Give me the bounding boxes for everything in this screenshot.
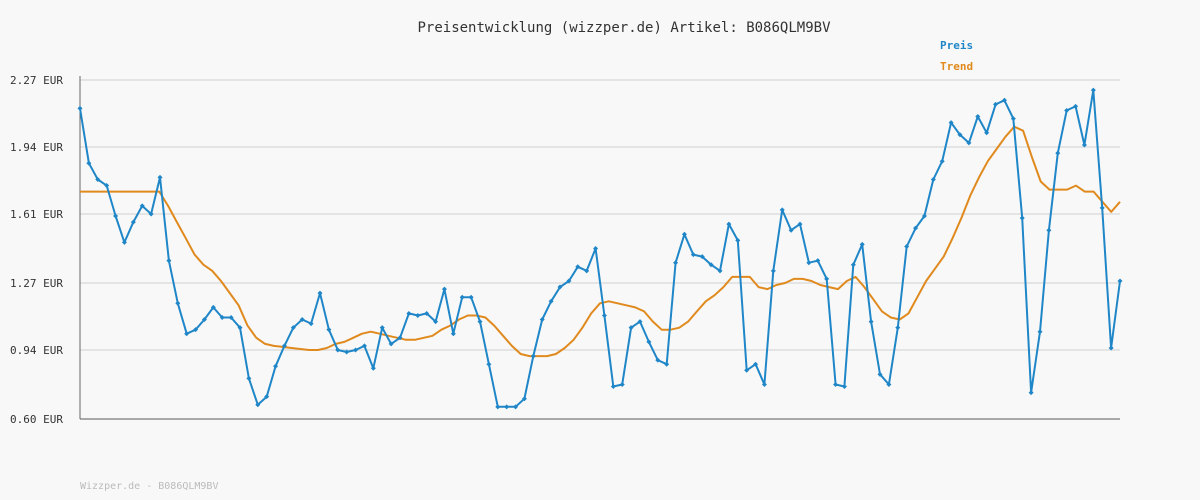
price-point (593, 245, 599, 251)
price-point (1099, 205, 1105, 211)
price-point (1019, 215, 1025, 221)
price-point (770, 268, 776, 274)
price-point (468, 294, 474, 300)
price-point (530, 353, 536, 359)
legend-item-preis: Preis (940, 39, 974, 52)
price-point (450, 331, 456, 337)
price-point (459, 294, 465, 300)
price-point (317, 290, 323, 296)
y-axis-tick-labels: 0.60 EUR 0.94 EUR 1.27 EUR 1.61 EUR 1.94 EUR… (10, 74, 63, 426)
axes (79, 76, 1120, 420)
price-point (833, 381, 839, 387)
price-point (806, 260, 812, 266)
price-point (486, 361, 492, 367)
price-point (495, 404, 501, 410)
price-point (619, 381, 625, 387)
legend-item-trend: Trend (940, 60, 974, 73)
price-point (601, 312, 607, 318)
y-tick-label: 1.27 EUR (10, 277, 63, 290)
price-point (77, 105, 83, 111)
price-line (79, 89, 1121, 408)
footer-credit: Wizzper.de - B086QLM9BV (80, 481, 219, 492)
price-point (1055, 150, 1061, 156)
price-point (441, 286, 447, 292)
price-point (415, 312, 421, 318)
price-point (246, 375, 252, 381)
price-point (1037, 329, 1043, 335)
y-tick-label: 0.60 EUR (10, 413, 63, 426)
gridlines (80, 79, 1120, 420)
y-tick-label: 0.94 EUR (10, 344, 63, 357)
y-tick-label: 1.61 EUR (10, 208, 63, 221)
price-point (1090, 87, 1096, 93)
y-tick-label: 1.94 EUR (10, 141, 63, 154)
price-chart: 0.60 EUR 0.94 EUR 1.27 EUR 1.61 EUR 1.94 EUR… (10, 74, 1123, 426)
price-point (175, 300, 181, 306)
price-point (406, 310, 412, 316)
price-point (1028, 390, 1034, 396)
price-point (1046, 227, 1052, 233)
chart-title: Preisentwicklung (wizzper.de) Artikel: B… (417, 20, 831, 36)
price-point (166, 258, 172, 264)
price-point (610, 384, 616, 390)
price-point (673, 260, 679, 266)
price-series (77, 87, 1123, 410)
y-tick-label: 2.27 EUR (10, 74, 63, 87)
price-point (477, 319, 483, 325)
price-point (895, 325, 901, 331)
price-point (868, 319, 874, 325)
price-point (841, 384, 847, 390)
price-point (157, 174, 163, 180)
price-point (504, 404, 510, 410)
